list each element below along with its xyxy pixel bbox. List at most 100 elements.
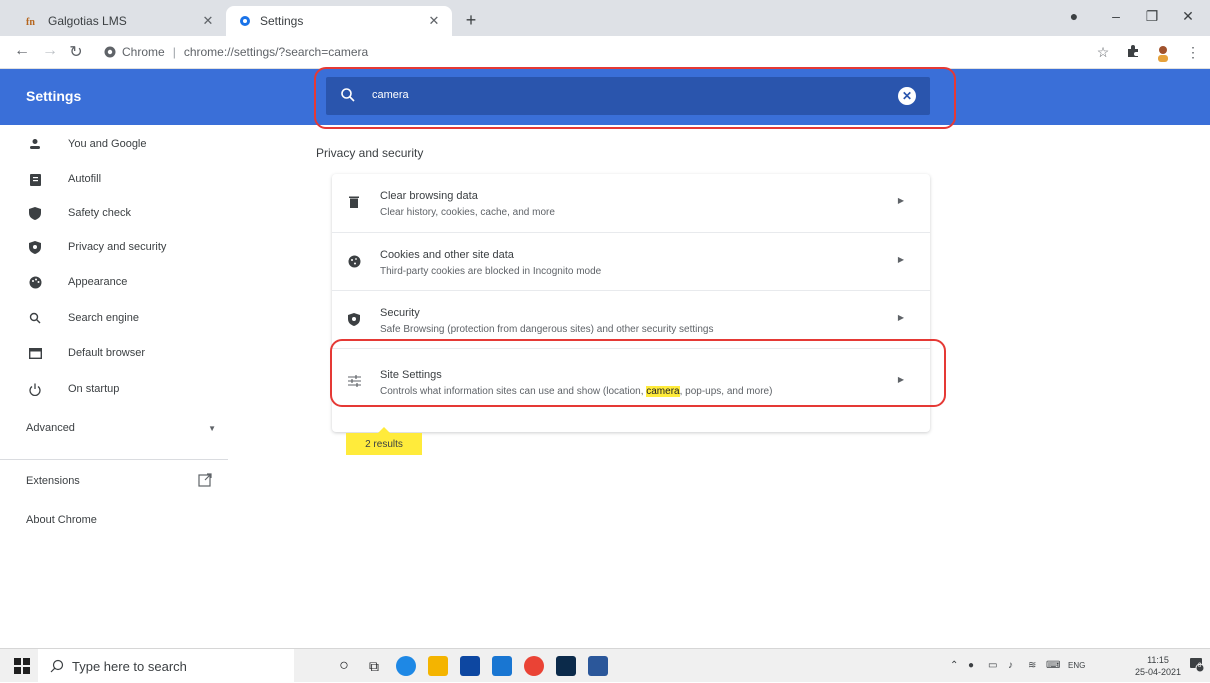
sidebar-item-label: You and Google [68, 138, 147, 150]
person-icon [28, 137, 42, 151]
sidebar-item-autofill[interactable]: Autofill [0, 162, 228, 196]
taskbar-search-box[interactable]: Type here to search [38, 649, 294, 683]
clear-search-icon[interactable]: ✕ [898, 87, 916, 105]
shield-check-icon [28, 206, 42, 220]
back-button[interactable]: ← [12, 42, 32, 60]
photoshop-icon[interactable] [556, 656, 576, 676]
row-description-part: Controls what information sites can use … [380, 386, 647, 397]
chrome-icon[interactable] [524, 656, 544, 676]
cortana-icon[interactable]: ○ [334, 656, 354, 676]
edge-icon[interactable] [396, 656, 416, 676]
row-title: Security [380, 307, 420, 319]
speaker-icon[interactable]: ♪ [1008, 660, 1013, 671]
input-indicator-icon[interactable]: ⌨ [1046, 660, 1060, 671]
settings-row-clear-browsing-data[interactable]: Clear browsing data Clear history, cooki… [332, 174, 930, 232]
row-title: Clear browsing data [380, 190, 478, 202]
palette-icon [28, 275, 42, 289]
sidebar-item-label: Appearance [68, 276, 128, 288]
settings-search-field[interactable]: camera ✕ [326, 77, 930, 115]
tray-chevron-up-icon[interactable]: ⌃ [950, 660, 958, 671]
dell-icon[interactable] [492, 656, 512, 676]
mail-icon[interactable] [460, 656, 480, 676]
clock-date: 25-04-2021 [1134, 667, 1182, 677]
windows-taskbar: Type here to search ○ ⧉ ⌃ ● ▭ ♪ ≋ ⌨ ENG … [0, 648, 1210, 683]
cookie-icon [346, 253, 362, 269]
file-explorer-icon[interactable] [428, 656, 448, 676]
shield-icon [28, 240, 42, 254]
task-view-icon[interactable]: ⧉ [364, 656, 384, 676]
address-separator: | [172, 45, 176, 59]
minimize-button[interactable]: – [1106, 8, 1126, 24]
tab-title: Galgotias LMS [48, 14, 127, 28]
tab-title: Settings [260, 14, 304, 28]
reload-button[interactable]: ↻ [66, 42, 86, 62]
open-external-icon [198, 473, 212, 487]
browser-icon [28, 346, 42, 360]
notification-count: 8 [1198, 663, 1202, 669]
language-indicator[interactable]: ENG [1068, 661, 1085, 670]
sidebar-item-search-engine[interactable]: Search engine [0, 301, 228, 335]
sidebar-item-label: Privacy and security [68, 241, 167, 253]
settings-row-cookies[interactable]: Cookies and other site data Third-party … [332, 232, 930, 290]
row-title: Cookies and other site data [380, 249, 514, 261]
system-clock[interactable]: 11:15 25-04-2021 [1132, 654, 1184, 678]
sidebar-item-you-and-google[interactable]: You and Google [0, 127, 228, 161]
search-input[interactable]: camera [372, 89, 409, 101]
sidebar-item-privacy-and-security[interactable]: Privacy and security [0, 230, 228, 264]
sliders-icon [346, 373, 362, 389]
close-window-button[interactable]: ✕ [1178, 8, 1198, 25]
tab-galgotias-lms[interactable]: fn Galgotias LMS ✕ [8, 6, 226, 36]
site-info-chip[interactable]: Chrome [104, 45, 165, 59]
shield-icon [346, 311, 362, 327]
address-bar[interactable]: Chrome | chrome://settings/?search=camer… [104, 41, 1164, 63]
chevron-right-icon: ▶ [897, 255, 904, 264]
battery-icon[interactable]: ▭ [988, 660, 997, 671]
gear-icon [238, 14, 252, 28]
chevron-right-icon: ▶ [897, 313, 904, 322]
browser-toolbar: ← → ↻ Chrome | chrome://settings/?search… [0, 36, 1210, 69]
new-tab-button[interactable]: + [460, 10, 482, 31]
sidebar-item-default-browser[interactable]: Default browser [0, 336, 228, 370]
bookmark-star-icon[interactable]: ☆ [1094, 44, 1112, 62]
sidebar-item-appearance[interactable]: Appearance [0, 265, 228, 299]
chevron-right-icon: ▶ [897, 196, 904, 205]
row-description-part: , pop-ups, and more) [679, 386, 773, 397]
forward-button[interactable]: → [40, 42, 60, 60]
clock-time: 11:15 [1147, 655, 1169, 665]
search-match-highlight: camera [646, 386, 680, 397]
microphone-icon[interactable]: ● [968, 660, 974, 671]
power-icon [28, 382, 42, 396]
taskbar-search-placeholder: Type here to search [72, 659, 187, 674]
word-icon[interactable] [588, 656, 608, 676]
extensions-icon[interactable] [1124, 44, 1142, 62]
sidebar-item-on-startup[interactable]: On startup [0, 372, 228, 406]
row-description: Third-party cookies are blocked in Incog… [380, 266, 602, 277]
windows-start-icon[interactable] [14, 658, 30, 674]
sidebar-item-label: Safety check [68, 207, 131, 219]
sidebar: You and Google Autofill Safety check Pri… [0, 125, 228, 645]
sidebar-item-label: On startup [68, 383, 120, 395]
settings-row-security[interactable]: Security Safe Browsing (protection from … [332, 290, 930, 348]
sidebar-item-label: Default browser [68, 347, 146, 359]
privacy-settings-card: Clear browsing data Clear history, cooki… [332, 174, 930, 432]
settings-row-site-settings[interactable]: Site Settings Controls what information … [332, 348, 930, 432]
clipboard-icon [28, 172, 42, 186]
wifi-icon[interactable]: ≋ [1028, 660, 1036, 671]
sidebar-item-safety-check[interactable]: Safety check [0, 196, 228, 230]
chrome-icon [104, 46, 116, 58]
chevron-down-icon: ▼ [208, 424, 216, 433]
section-title: Privacy and security [316, 146, 424, 160]
restore-button[interactable]: ❐ [1142, 8, 1162, 25]
page-title: Settings [26, 88, 82, 104]
sidebar-item-about-chrome[interactable]: About Chrome [26, 514, 97, 526]
avatar[interactable] [1154, 44, 1172, 62]
tab-settings[interactable]: Settings ✕ [226, 6, 452, 36]
action-center-icon[interactable]: 8 [1190, 658, 1205, 673]
close-tab-icon[interactable]: ✕ [426, 13, 442, 29]
sidebar-advanced-toggle[interactable]: Advanced ▼ [26, 422, 216, 434]
menu-dots-icon[interactable]: ⋮ [1184, 44, 1202, 62]
chevron-right-icon: ▶ [897, 375, 904, 384]
sidebar-item-extensions[interactable]: Extensions [26, 473, 216, 487]
close-tab-icon[interactable]: ✕ [200, 13, 216, 29]
profile-dot-icon[interactable]: ● [1064, 8, 1084, 24]
